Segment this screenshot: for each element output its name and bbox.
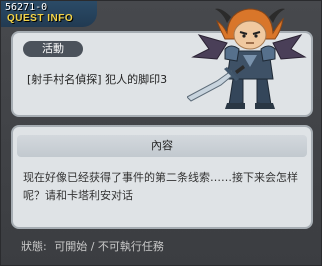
quest-name: [射手村名偵探] 犯人的脚印3: [27, 73, 168, 86]
status-value: 可開始 / 不可執行任務: [54, 240, 164, 253]
quest-info-window: 56271-0 QUEST INFO 活動 [射手村名偵探] 犯人的脚印3 內容…: [0, 0, 322, 266]
warrior-character-icon: [187, 8, 307, 109]
quest-content-panel: 內容 现在好像已经获得了事件的第二条线索……接下来会怎样呢？请和卡塔利安对话: [11, 125, 313, 229]
activity-tag: 活動: [23, 41, 83, 57]
status-line: 狀態: 可開始 / 不可執行任務: [21, 238, 164, 254]
quest-description: 现在好像已经获得了事件的第二条线索……接下来会怎样呢？请和卡塔利安对话: [23, 171, 298, 202]
content-header: 內容: [17, 135, 307, 157]
window-title: QUEST INFO: [7, 13, 74, 24]
status-label: 狀態:: [21, 240, 47, 253]
window-id: 56271-0: [5, 2, 48, 13]
title-bar[interactable]: 56271-0 QUEST INFO: [1, 1, 97, 27]
